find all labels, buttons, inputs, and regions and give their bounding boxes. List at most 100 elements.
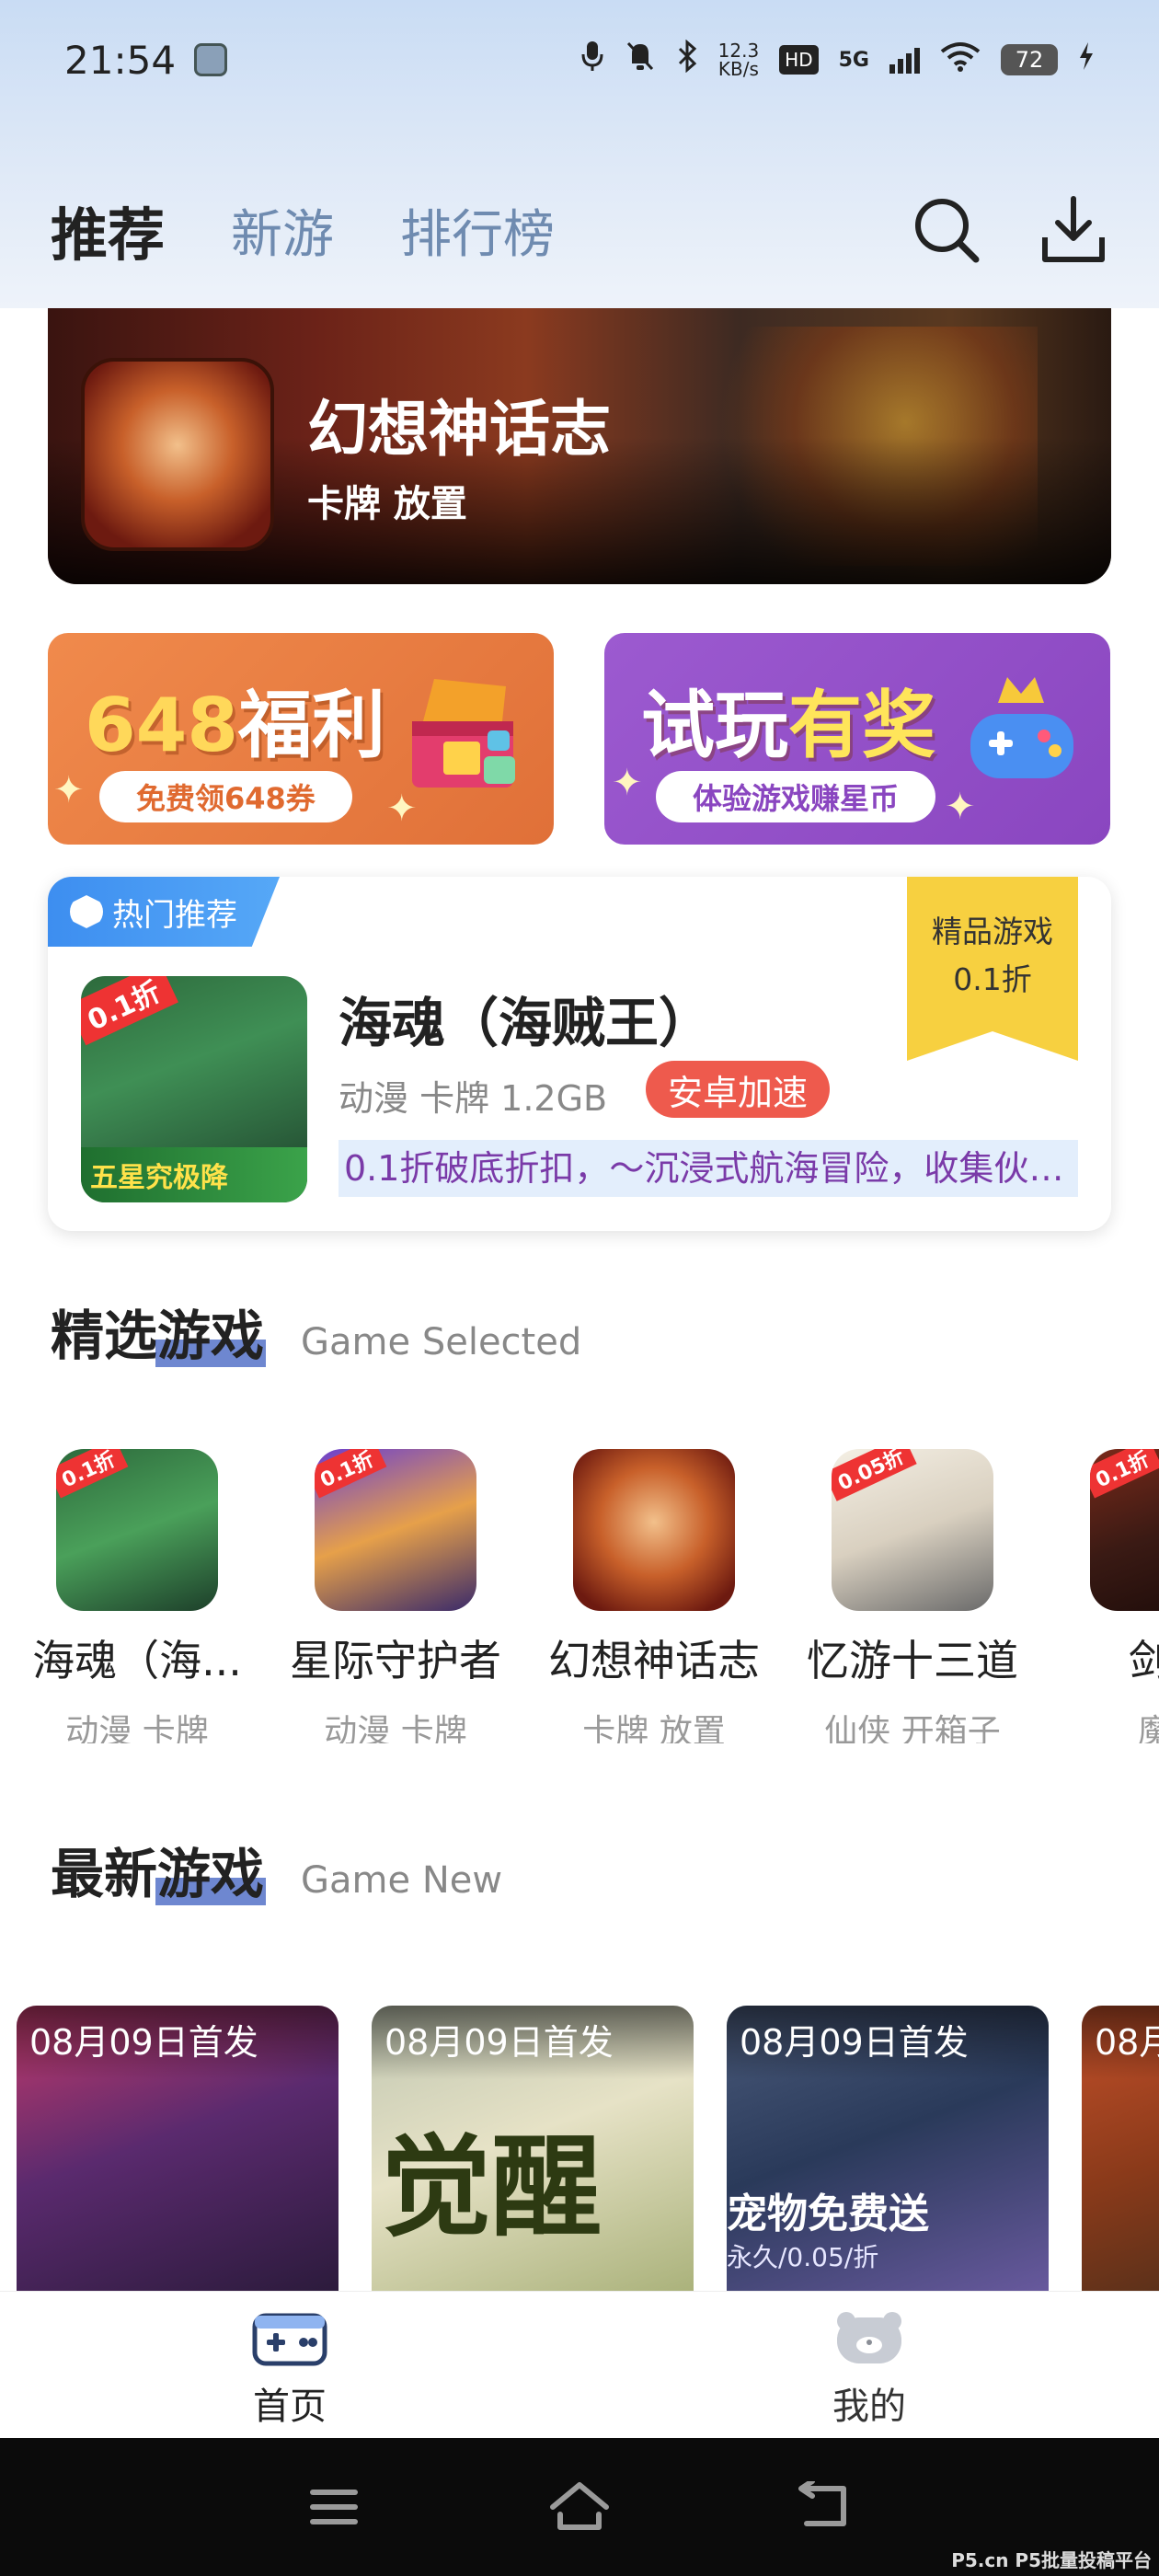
discount-badge: 0.05折 bbox=[832, 1449, 917, 1501]
newest-games-row: 08月09日首发 08月09日首发 觉醒 08月09日首发 宠物免费送 永久/0… bbox=[0, 2006, 1159, 2291]
sparkle-icon: ✦ bbox=[53, 769, 85, 811]
discount-badge: 0.1折 bbox=[56, 1449, 129, 1499]
tab-mine[interactable]: 我的 bbox=[580, 2292, 1159, 2438]
release-date: 08月09日首发 bbox=[727, 2006, 1049, 2079]
sparkle-icon: ✦ bbox=[386, 788, 418, 830]
battery-icon: 72 bbox=[1001, 44, 1058, 75]
promo-title-text: 福利 bbox=[238, 683, 385, 768]
tab-home[interactable]: 首页 bbox=[0, 2292, 580, 2438]
section-title-b: 游戏 bbox=[157, 1843, 265, 1905]
new-game-card[interactable]: 08月 bbox=[1082, 2006, 1159, 2291]
bottom-tabbar: 首页 我的 bbox=[0, 2291, 1159, 2438]
game-icon: 0.1折 bbox=[1090, 1449, 1159, 1611]
section-subtitle: Game New bbox=[301, 1859, 503, 1902]
promo-pill: 免费领648券 bbox=[99, 771, 352, 822]
card-art-text: 宠物免费送 bbox=[727, 2191, 929, 2237]
game-item[interactable]: 0.1折 剑雨 魔幻 bbox=[1056, 1449, 1159, 1743]
game-item[interactable]: 0.05折 忆游十三道 仙侠 开箱子 bbox=[798, 1449, 1027, 1743]
download-icon[interactable] bbox=[1039, 195, 1108, 265]
section-title-a: 最新 bbox=[51, 1843, 158, 1905]
tab-label: 我的 bbox=[832, 2386, 906, 2428]
card-art-text: 觉醒 bbox=[381, 2124, 602, 2252]
promo-trial-reward[interactable]: 试玩有奖 体验游戏赚星币 ✦ ✦ bbox=[604, 633, 1110, 845]
bluetooth-icon bbox=[676, 39, 698, 81]
network-speed: 12.3 KB/s bbox=[718, 41, 760, 78]
new-game-card[interactable]: 08月09日首发 bbox=[17, 2006, 339, 2291]
game-name: 海魂（海... bbox=[32, 1636, 242, 1685]
hot-game-description: 0.1折破底折扣，～沉浸式航海冒险，收集伙伴组建最强海贼团 bbox=[339, 1140, 1078, 1197]
new-game-card[interactable]: 08月09日首发 宠物免费送 永久/0.05/折 bbox=[727, 2006, 1049, 2291]
game-tags: 动漫 卡牌 bbox=[324, 1713, 467, 1743]
section-title: 最新游戏 bbox=[51, 1831, 264, 1908]
discount-badge: 0.1折 bbox=[1090, 1449, 1159, 1499]
hot-tag: 热门推荐 bbox=[48, 877, 280, 947]
card-art-subtext: 永久/0.05/折 bbox=[727, 2242, 879, 2272]
section-title: 精选游戏 bbox=[51, 1293, 264, 1370]
sparkle-icon: ✦ bbox=[945, 786, 976, 828]
sparkle-icon: ✦ bbox=[612, 762, 643, 804]
game-name: 星际守护者 bbox=[290, 1636, 501, 1685]
search-icon[interactable] bbox=[912, 195, 981, 265]
game-name: 剑雨 bbox=[1129, 1636, 1159, 1685]
charging-icon bbox=[1078, 42, 1095, 77]
tab-label: 首页 bbox=[253, 2386, 327, 2428]
signal-icon bbox=[889, 46, 920, 74]
status-bar: 21:54 12.3 KB/s HD 5G 72 bbox=[0, 0, 1159, 120]
tab-recommend[interactable]: 推荐 bbox=[51, 189, 165, 271]
system-nav-bar: P5.cn P5批量投稿平台 bbox=[0, 2438, 1159, 2576]
menu-icon[interactable] bbox=[297, 2475, 371, 2539]
game-tags: 魔幻 bbox=[1137, 1713, 1159, 1743]
status-time: 21:54 bbox=[64, 37, 177, 83]
hexagon-icon bbox=[70, 895, 103, 928]
banner-artwork bbox=[706, 327, 1038, 566]
icon-strip-text: 五星究极降 bbox=[81, 1147, 307, 1202]
game-item[interactable]: 0.1折 海魂（海... 动漫 卡牌 bbox=[22, 1449, 252, 1743]
back-icon[interactable] bbox=[788, 2475, 862, 2539]
release-date: 08月09日首发 bbox=[17, 2006, 339, 2079]
premium-ribbon: 精品游戏 0.1折 bbox=[907, 877, 1078, 1061]
new-game-card[interactable]: 08月09日首发 觉醒 bbox=[372, 2006, 694, 2291]
speed-value: 12.3 bbox=[717, 40, 760, 62]
game-icon bbox=[573, 1449, 735, 1611]
game-icon: 0.1折 bbox=[315, 1449, 476, 1611]
promo-648-welfare[interactable]: 648福利 免费领648券 ✦ ✦ bbox=[48, 633, 554, 845]
promo-title-number: 648 bbox=[85, 683, 238, 768]
tab-new-games[interactable]: 新游 bbox=[231, 193, 334, 268]
ribbon-line2: 0.1折 bbox=[953, 961, 1032, 997]
selected-games-row: 0.1折 海魂（海... 动漫 卡牌 0.1折 星际守护者 动漫 卡牌 幻想神话… bbox=[0, 1449, 1159, 1743]
promo-pill: 体验游戏赚星币 bbox=[656, 771, 936, 822]
discount-badge: 0.1折 bbox=[81, 976, 179, 1046]
bear-face-icon bbox=[832, 2308, 907, 2367]
section-title-a: 精选 bbox=[51, 1305, 158, 1367]
game-icon: 0.05折 bbox=[832, 1449, 993, 1611]
status-indicators: 12.3 KB/s HD 5G 72 bbox=[580, 39, 1095, 81]
banner-subtitle: 卡牌 放置 bbox=[307, 483, 467, 525]
microphone-icon bbox=[580, 40, 604, 81]
hot-tag-label: 热门推荐 bbox=[112, 896, 237, 934]
speed-unit: KB/s bbox=[717, 58, 759, 80]
hd-badge: HD bbox=[779, 45, 819, 75]
app-notification-icon bbox=[194, 43, 228, 76]
banner-game-icon bbox=[81, 358, 274, 551]
tab-rankings[interactable]: 排行榜 bbox=[400, 193, 555, 268]
game-tags: 卡牌 放置 bbox=[582, 1713, 726, 1743]
promo-title: 试玩有奖 bbox=[641, 666, 935, 773]
game-name: 幻想神话志 bbox=[548, 1636, 760, 1685]
treasure-chest-icon bbox=[396, 666, 534, 804]
hot-game-icon: 0.1折 五星究极降 bbox=[81, 976, 307, 1202]
game-item[interactable]: 0.1折 星际守护者 动漫 卡牌 bbox=[281, 1449, 511, 1743]
gamepad-icon bbox=[252, 2308, 327, 2367]
hot-recommend-card[interactable]: 热门推荐 精品游戏 0.1折 0.1折 五星究极降 海魂（海贼王） 动漫 卡牌 … bbox=[48, 877, 1111, 1231]
featured-banner[interactable]: 幻想神话志 卡牌 放置 bbox=[48, 308, 1111, 584]
game-item[interactable]: 幻想神话志 卡牌 放置 bbox=[539, 1449, 769, 1743]
promo-title: 648福利 bbox=[85, 666, 385, 773]
release-date: 08月09日首发 bbox=[372, 2006, 694, 2079]
discount-badge: 0.1折 bbox=[315, 1449, 387, 1499]
hot-game-title: 海魂（海贼王） bbox=[339, 992, 713, 1054]
section-title-b: 游戏 bbox=[157, 1305, 265, 1367]
ribbon-line1: 精品游戏 bbox=[932, 914, 1053, 949]
section-selected-header: 精选游戏 Game Selected bbox=[51, 1293, 581, 1370]
nav-actions bbox=[912, 195, 1108, 265]
home-icon[interactable] bbox=[543, 2475, 616, 2539]
section-newest-header: 最新游戏 Game New bbox=[51, 1831, 502, 1908]
